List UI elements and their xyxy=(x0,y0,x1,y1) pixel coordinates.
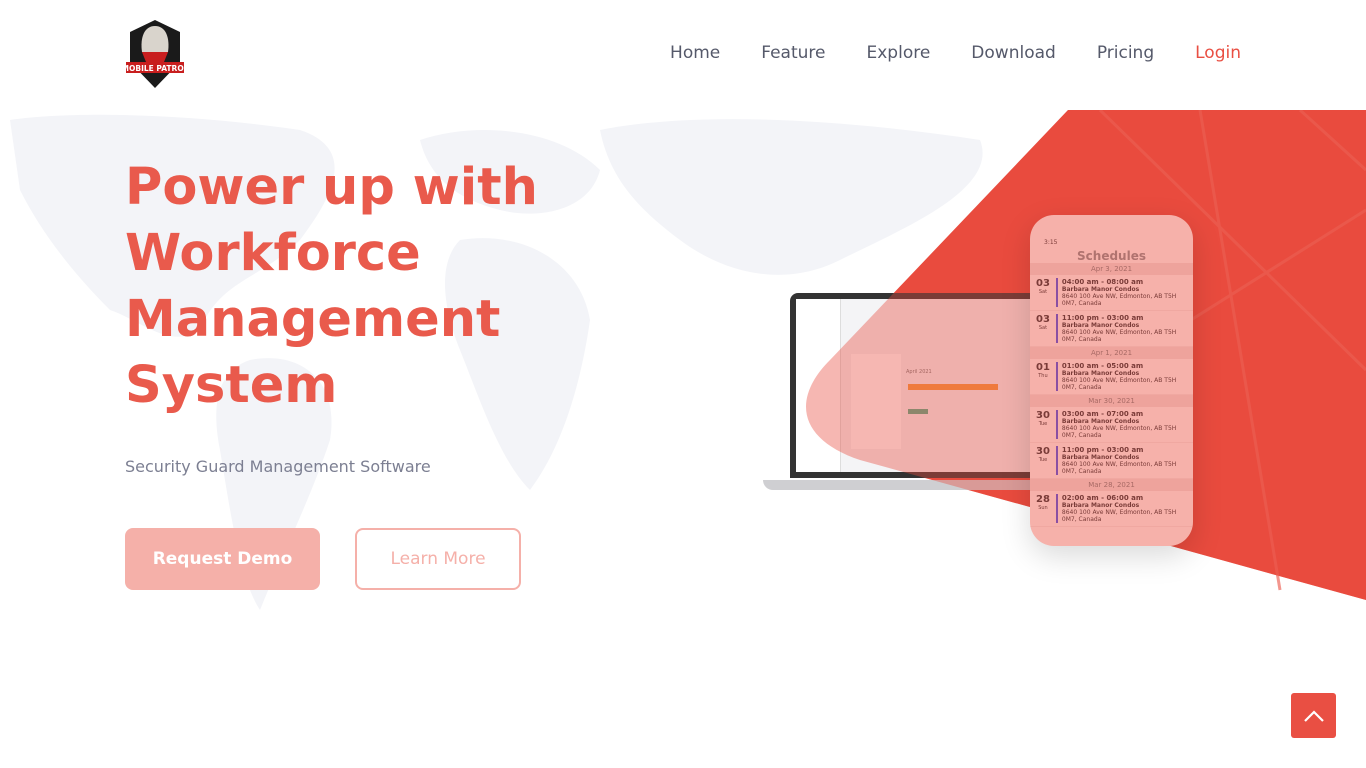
day: 03 Sat xyxy=(1036,314,1050,343)
laptop-base xyxy=(763,480,1053,490)
day-number: 03 xyxy=(1036,278,1050,289)
scroll-to-top-button[interactable] xyxy=(1291,693,1336,738)
day-number: 01 xyxy=(1036,362,1050,373)
day: 03 Sat xyxy=(1036,278,1050,307)
shift-info: 11:00 pm - 03:00 am Barbara Manor Condos 8… xyxy=(1055,314,1187,343)
schedule-item[interactable]: 03 Sat 04:00 am - 08:00 am Barbara Manor Co… xyxy=(1030,275,1193,311)
shift-site: Barbara Manor Condos xyxy=(1061,322,1140,329)
day-number: 03 xyxy=(1036,314,1050,325)
shift-time: 04:00 am - 08:00 am xyxy=(1061,278,1144,286)
schedule-item[interactable]: 30 Tue 11:00 pm - 03:00 am Barbara Manor Co… xyxy=(1030,443,1193,479)
phone-mockup: 3:15 Schedules Apr 3, 2021 03 Sat 04:00 am … xyxy=(1030,215,1193,546)
shift-info: 04:00 am - 08:00 am Barbara Manor Condos 8… xyxy=(1055,278,1187,307)
day-number: 30 xyxy=(1036,410,1050,421)
hero-subtitle: Security Guard Management Software xyxy=(125,457,431,476)
schedule-date: Apr 3, 2021 xyxy=(1030,263,1193,275)
shift-address: 8640 100 Ave NW, Edmonton, AB T5H 0M7, C… xyxy=(1061,425,1177,439)
shift-address: 8640 100 Ave NW, Edmonton, AB T5H 0M7, C… xyxy=(1061,329,1177,343)
schedules-title: Schedules xyxy=(1077,249,1146,263)
shift-time: 01:00 am - 05:00 am xyxy=(1061,362,1144,370)
shift-address: 8640 100 Ave NW, Edmonton, AB T5H 0M7, C… xyxy=(1061,293,1177,307)
day: 28 Sun xyxy=(1036,494,1050,523)
schedule-date: Apr 1, 2021 xyxy=(1030,347,1193,359)
day-of-week: Thu xyxy=(1038,373,1048,379)
day-of-week: Sat xyxy=(1038,325,1048,331)
laptop-screen: April 2021 xyxy=(796,299,1034,472)
day: 01 Thu xyxy=(1036,362,1050,391)
calendar-month: April 2021 xyxy=(906,369,932,375)
schedule-item[interactable]: 03 Sat 11:00 pm - 03:00 am Barbara Manor Co… xyxy=(1030,311,1193,347)
day-of-week: Sun xyxy=(1038,505,1048,511)
title-line: System xyxy=(125,356,338,415)
hero-title: Power up with Workforce Management Syste… xyxy=(125,155,625,419)
title-line: Power up with xyxy=(125,158,538,217)
shift-site: Barbara Manor Condos xyxy=(1061,286,1140,293)
phone-time: 3:15 xyxy=(1044,239,1058,246)
schedule-item[interactable]: 30 Tue 03:00 am - 07:00 am Barbara Manor Co… xyxy=(1030,407,1193,443)
chevron-up-icon xyxy=(1303,709,1324,722)
shift-address: 8640 100 Ave NW, Edmonton, AB T5H 0M7, C… xyxy=(1061,509,1177,523)
day: 30 Tue xyxy=(1036,410,1050,439)
nav-home[interactable]: Home xyxy=(670,43,720,63)
shift-site: Barbara Manor Condos xyxy=(1061,454,1140,461)
learn-more-button[interactable]: Learn More xyxy=(355,528,521,590)
main-menu: Home Feature Explore Download Pricing Lo… xyxy=(670,43,1241,63)
shift-time: 03:00 am - 07:00 am xyxy=(1061,410,1144,418)
shift-time: 02:00 am - 06:00 am xyxy=(1061,494,1144,502)
title-line: Management xyxy=(125,290,501,349)
shift-info: 02:00 am - 06:00 am Barbara Manor Condos 8… xyxy=(1055,494,1187,523)
nav-login[interactable]: Login xyxy=(1195,43,1241,63)
day-of-week: Tue xyxy=(1038,457,1048,463)
shift-address: 8640 100 Ave NW, Edmonton, AB T5H 0M7, C… xyxy=(1061,461,1177,475)
nav-explore[interactable]: Explore xyxy=(867,43,931,63)
nav-download[interactable]: Download xyxy=(971,43,1056,63)
svg-text:MOBILE PATROL: MOBILE PATROL xyxy=(124,64,186,73)
shift-site: Barbara Manor Condos xyxy=(1061,418,1140,425)
shift-info: 03:00 am - 07:00 am Barbara Manor Condos 8… xyxy=(1055,410,1187,439)
day-of-week: Sat xyxy=(1038,289,1048,295)
mobile-patrol-logo[interactable]: MOBILE PATROL xyxy=(124,18,186,90)
schedule-date: Mar 28, 2021 xyxy=(1030,479,1193,491)
shift-site: Barbara Manor Condos xyxy=(1061,370,1140,377)
day-of-week: Tue xyxy=(1038,421,1048,427)
shift-time: 11:00 pm - 03:00 am xyxy=(1061,314,1144,322)
day: 30 Tue xyxy=(1036,446,1050,475)
nav-pricing[interactable]: Pricing xyxy=(1097,43,1154,63)
title-line: Workforce xyxy=(125,224,421,283)
schedule-item[interactable]: 01 Thu 01:00 am - 05:00 am Barbara Manor Co… xyxy=(1030,359,1193,395)
day-number: 30 xyxy=(1036,446,1050,457)
shift-info: 01:00 am - 05:00 am Barbara Manor Condos 8… xyxy=(1055,362,1187,391)
navbar: MOBILE PATROL Home Feature Explore Downl… xyxy=(0,0,1366,110)
laptop-mockup: April 2021 xyxy=(790,293,1040,478)
shift-site: Barbara Manor Condos xyxy=(1061,502,1140,509)
shift-time: 11:00 pm - 03:00 am xyxy=(1061,446,1144,454)
schedule-list: Apr 3, 2021 03 Sat 04:00 am - 08:00 am Barba… xyxy=(1030,263,1193,527)
schedule-item[interactable]: 28 Sun 02:00 am - 06:00 am Barbara Manor Co… xyxy=(1030,491,1193,527)
shift-info: 11:00 pm - 03:00 am Barbara Manor Condos 8… xyxy=(1055,446,1187,475)
shift-address: 8640 100 Ave NW, Edmonton, AB T5H 0M7, C… xyxy=(1061,377,1177,391)
request-demo-button[interactable]: Request Demo xyxy=(125,528,320,590)
nav-feature[interactable]: Feature xyxy=(761,43,825,63)
schedule-date: Mar 30, 2021 xyxy=(1030,395,1193,407)
day-number: 28 xyxy=(1036,494,1050,505)
